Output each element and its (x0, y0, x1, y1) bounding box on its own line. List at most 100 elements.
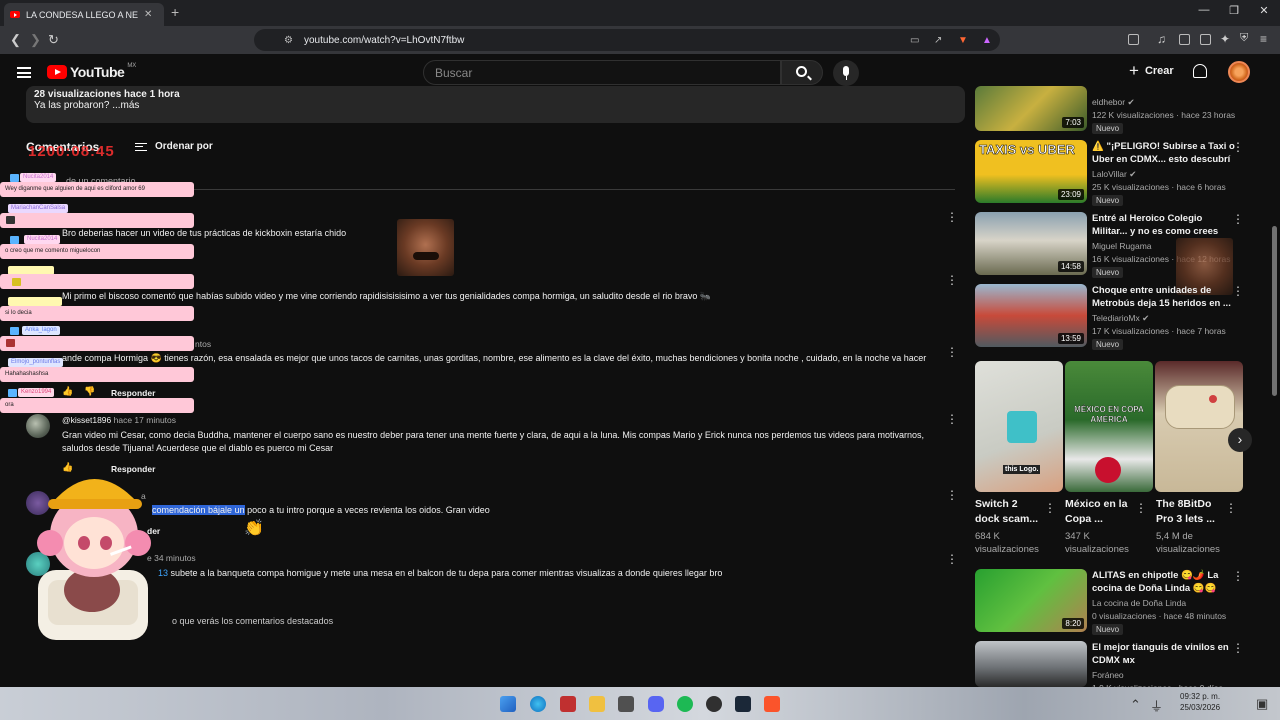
commenter-avatar[interactable] (26, 414, 50, 438)
vpn-icon[interactable]: ⛨ (1240, 32, 1248, 45)
browser-tab[interactable]: LA CONDESA LLEGO A NEZA - E ✕ (4, 3, 164, 26)
page-scrollbar[interactable] (1272, 226, 1277, 396)
forward-icon[interactable]: ❯ (30, 32, 41, 48)
video-title[interactable]: Entré al Heroico Colegio Militar... y no … (1092, 212, 1218, 238)
comment-menu-icon[interactable]: ⋮ (946, 345, 958, 359)
steam-icon[interactable] (735, 696, 751, 712)
taskbar-clock[interactable]: 09:32 p. m. 25/03/2026 (1180, 691, 1220, 713)
video-channel[interactable]: La cocina de Doña Linda (1092, 598, 1186, 608)
youtube-favicon-icon (10, 11, 20, 18)
share-icon[interactable]: ↗ (934, 35, 942, 46)
account-avatar[interactable] (1228, 61, 1250, 83)
file-explorer-icon[interactable] (589, 696, 605, 712)
short-title[interactable]: The 8BitDo Pro 3 lets ... (1156, 497, 1215, 527)
short-menu-icon[interactable]: ⋮ (1225, 501, 1237, 515)
mascot-eye-left (78, 536, 90, 550)
search-input[interactable]: Buscar (423, 60, 781, 85)
notifications-bell-icon[interactable] (1193, 64, 1207, 78)
youtube-logo[interactable]: YouTube MX (47, 63, 136, 80)
close-window-icon[interactable]: ✕ (1254, 4, 1274, 17)
leo-ai-icon[interactable]: ✦ (1220, 32, 1230, 46)
search-button[interactable] (781, 60, 823, 85)
video-title[interactable]: ALITAS en chipotle 😋🌶️ La cocina de Doña … (1092, 569, 1218, 595)
video-menu-icon[interactable]: ⋮ (1232, 569, 1244, 583)
new-tab-icon[interactable]: + (171, 4, 179, 20)
video-channel[interactable]: Foráneo (1092, 670, 1124, 680)
cast-icon[interactable]: ▭ (910, 35, 919, 46)
comment-author[interactable]: @kisset1896 hace 17 minutos (62, 415, 176, 425)
short-menu-icon[interactable]: ⋮ (1044, 501, 1056, 515)
maximize-icon[interactable]: ❐ (1224, 4, 1244, 17)
brave-shield-icon[interactable]: ▼ (958, 35, 968, 46)
tray-network-icon[interactable]: ⏚ (1150, 696, 1163, 715)
short-title[interactable]: Switch 2 dock scam... (975, 497, 1038, 527)
comment-text: 13 subete a la banqueta compa homigue y … (158, 568, 723, 578)
notification-center-icon[interactable]: ▣ (1256, 696, 1268, 712)
sidebar-icon[interactable] (1179, 34, 1190, 45)
edge-browser-icon[interactable] (530, 696, 546, 712)
recorder-app-icon[interactable] (560, 696, 576, 712)
short-thumbnail[interactable]: this Logo. (975, 361, 1063, 492)
chat-badge-icon (10, 327, 19, 335)
video-menu-icon[interactable]: ⋮ (1232, 140, 1244, 154)
comment-menu-icon[interactable]: ⋮ (946, 552, 958, 566)
shorts-next-arrow-icon[interactable]: › (1228, 428, 1252, 452)
comment-menu-icon[interactable]: ⋮ (946, 412, 958, 426)
discord-icon[interactable] (648, 696, 664, 712)
description-views: 28 visualizaciones hace 1 hora (34, 89, 180, 100)
video-thumbnail[interactable] (975, 641, 1087, 687)
tab-close-icon[interactable]: ✕ (144, 9, 152, 20)
video-menu-icon[interactable]: ⋮ (1232, 212, 1244, 226)
url-field[interactable]: ⚙ youtube.com/watch?v=LhOvtN7ftbw ▭ ↗ ▼ … (254, 29, 1000, 51)
chat-message: si lo decia (0, 306, 194, 321)
video-channel[interactable]: eldhebor ✔ (1092, 97, 1135, 108)
video-thumbnail[interactable]: 7:03 (975, 86, 1087, 131)
tray-chevron-icon[interactable]: ⌃ (1130, 697, 1141, 713)
minimize-icon[interactable]: — (1194, 4, 1214, 16)
short-menu-icon[interactable]: ⋮ (1135, 501, 1147, 515)
video-menu-icon[interactable]: ⋮ (1232, 284, 1244, 298)
brave-rewards-icon[interactable]: ▲ (982, 35, 992, 46)
chat-username: Anka_lagon (22, 326, 60, 335)
short-thumbnail[interactable] (1155, 361, 1243, 492)
comment-menu-icon[interactable]: ⋮ (946, 273, 958, 287)
comment-menu-icon[interactable]: ⋮ (946, 210, 958, 224)
short-title[interactable]: México en la Copa ... (1065, 497, 1127, 527)
media-icon[interactable]: ♫ (1157, 32, 1166, 46)
guide-menu-icon[interactable] (17, 67, 31, 78)
video-thumbnail[interactable]: 14:58 (975, 212, 1087, 275)
short-thumbnail[interactable]: MÉXICO EN COPA AMÉRICA (1065, 361, 1153, 492)
site-info-icon[interactable]: ⚙ (284, 35, 293, 46)
voice-search-icon[interactable] (833, 60, 859, 86)
video-channel[interactable]: Miguel Rugama (1092, 241, 1152, 251)
back-icon[interactable]: ❮ (10, 32, 21, 48)
verified-icon: ✔ (1127, 97, 1135, 107)
comments-footer-text: o que verás los comentarios destacados (172, 616, 334, 626)
video-thumbnail[interactable]: TAXIS vs UBER 23:09 (975, 140, 1087, 203)
reload-icon[interactable]: ↻ (48, 32, 59, 48)
comment-text: saludos desde Tijuana! Acuerdese que el … (62, 443, 334, 453)
settings-app-icon[interactable] (618, 696, 634, 712)
create-button[interactable]: + Crear (1129, 62, 1174, 79)
comment-menu-icon[interactable]: ⋮ (946, 488, 958, 502)
video-channel[interactable]: LaloVillar ✔ (1092, 169, 1136, 180)
video-title[interactable]: Choque entre unidades de Metrobús deja 15… (1092, 284, 1231, 310)
chat-username: Nucita2014 (20, 173, 57, 182)
video-title[interactable]: ⚠️ "¡PELIGRO! Subirse a Taxi o Uber en CD… (1092, 140, 1235, 166)
browser-menu-icon[interactable]: ≡ (1260, 32, 1267, 46)
start-menu-icon[interactable] (500, 696, 516, 712)
verified-icon: ✔ (1129, 169, 1137, 179)
video-menu-icon[interactable]: ⋮ (1232, 641, 1244, 655)
brave-browser-icon[interactable] (764, 696, 780, 712)
obs-icon[interactable] (706, 696, 722, 712)
sort-comments-button[interactable]: Ordenar por (135, 141, 213, 152)
chat-username: MariachanCanSalsa (8, 204, 69, 213)
wallet-icon[interactable] (1200, 34, 1211, 45)
screenshot-extension-icon[interactable] (1128, 34, 1139, 45)
video-thumbnail[interactable]: 13:59 (975, 284, 1087, 347)
video-channel[interactable]: TelediarioMx ✔ (1092, 313, 1149, 324)
spotify-icon[interactable] (677, 696, 693, 712)
video-description[interactable]: 28 visualizaciones hace 1 hora Ya las pr… (26, 86, 965, 123)
video-title[interactable]: El mejor tianguis de vinilos en CDMX ᴍx (1092, 641, 1229, 667)
video-thumbnail[interactable]: 8:20 (975, 569, 1087, 632)
